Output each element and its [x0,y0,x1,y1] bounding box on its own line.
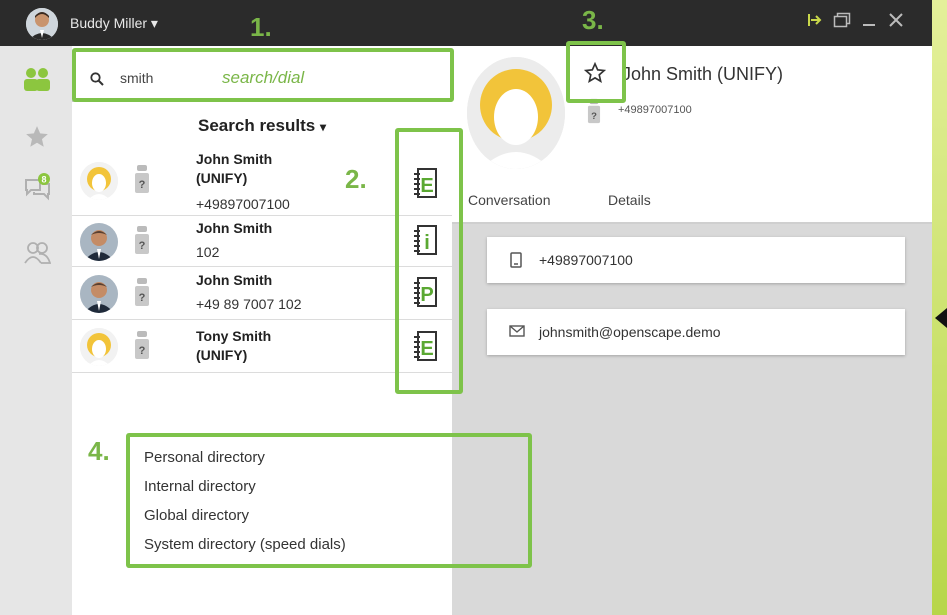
annotation-number: 2. [345,164,367,194]
annotation-box-directory [395,128,463,394]
phone-icon [509,252,523,268]
phone-status-icon: ? [134,164,150,194]
annotation-number: 3. [582,5,604,35]
email-value: johnsmith@openscape.demo [539,324,721,340]
contact-name: John Smith [196,220,273,236]
contacts-icon[interactable] [22,64,52,94]
email-card[interactable]: johnsmith@openscape.demo [487,309,905,355]
chevron-down-icon: ▾ [150,15,158,31]
contact-placeholder-avatar [80,328,118,366]
tab-conversation[interactable]: Conversation [468,192,551,208]
close-icon[interactable] [888,12,904,33]
phone-status-icon: ? [134,277,150,307]
annotation-box-search [72,48,454,102]
conversations-badge: 8 [41,175,46,185]
pin-icon[interactable] [806,12,822,33]
conversations-icon[interactable]: 8 [22,172,52,202]
svg-text:?: ? [139,292,146,304]
contact-name: Tony Smith (UNIFY) [196,328,272,363]
contact-photo-avatar [80,275,118,313]
user-name: Buddy Miller [70,15,148,31]
phone-value: +49897007100 [539,252,633,268]
collapse-arrow-icon[interactable] [935,308,947,328]
contact-photo-avatar [80,223,118,261]
contact-number: +49 89 7007 102 [196,296,302,312]
annotation-box-favorite [566,41,626,103]
mail-icon [509,324,525,340]
contact-name: John Smith (UNIFY) [196,151,273,186]
contact-number: 102 [196,244,220,260]
phone-status-icon: ? [134,225,150,255]
svg-text:?: ? [139,345,146,357]
user-avatar[interactable] [26,8,58,40]
favorites-icon[interactable] [22,122,52,152]
contact-number: +49897007100 [196,196,290,212]
phone-status-icon: ? [134,330,150,360]
annotation-number: 1. [250,12,272,42]
annotation-box-toggles [126,433,532,568]
title-bar: Buddy Miller ▾ [0,0,932,46]
restore-icon[interactable] [833,12,851,33]
contact-placeholder-avatar [80,162,118,200]
tab-details[interactable]: Details [608,192,651,208]
groups-icon[interactable] [22,238,52,268]
contact-large-avatar [467,57,565,169]
svg-text:?: ? [139,179,146,191]
minimize-icon[interactable] [862,12,876,33]
svg-text:?: ? [591,111,597,122]
contact-detail-name: John Smith (UNIFY) [622,64,784,84]
contact-name: John Smith [196,272,273,288]
chevron-down-icon: ▾ [319,120,326,134]
contact-detail-number: +49897007100 [618,104,692,116]
results-header-label: Search results [198,116,316,135]
left-nav: 8 [0,46,72,615]
annotation-number: 4. [88,436,110,466]
phone-card[interactable]: +49897007100 [487,237,905,283]
svg-text:?: ? [139,240,146,252]
user-menu[interactable]: Buddy Miller ▾ [70,15,158,32]
